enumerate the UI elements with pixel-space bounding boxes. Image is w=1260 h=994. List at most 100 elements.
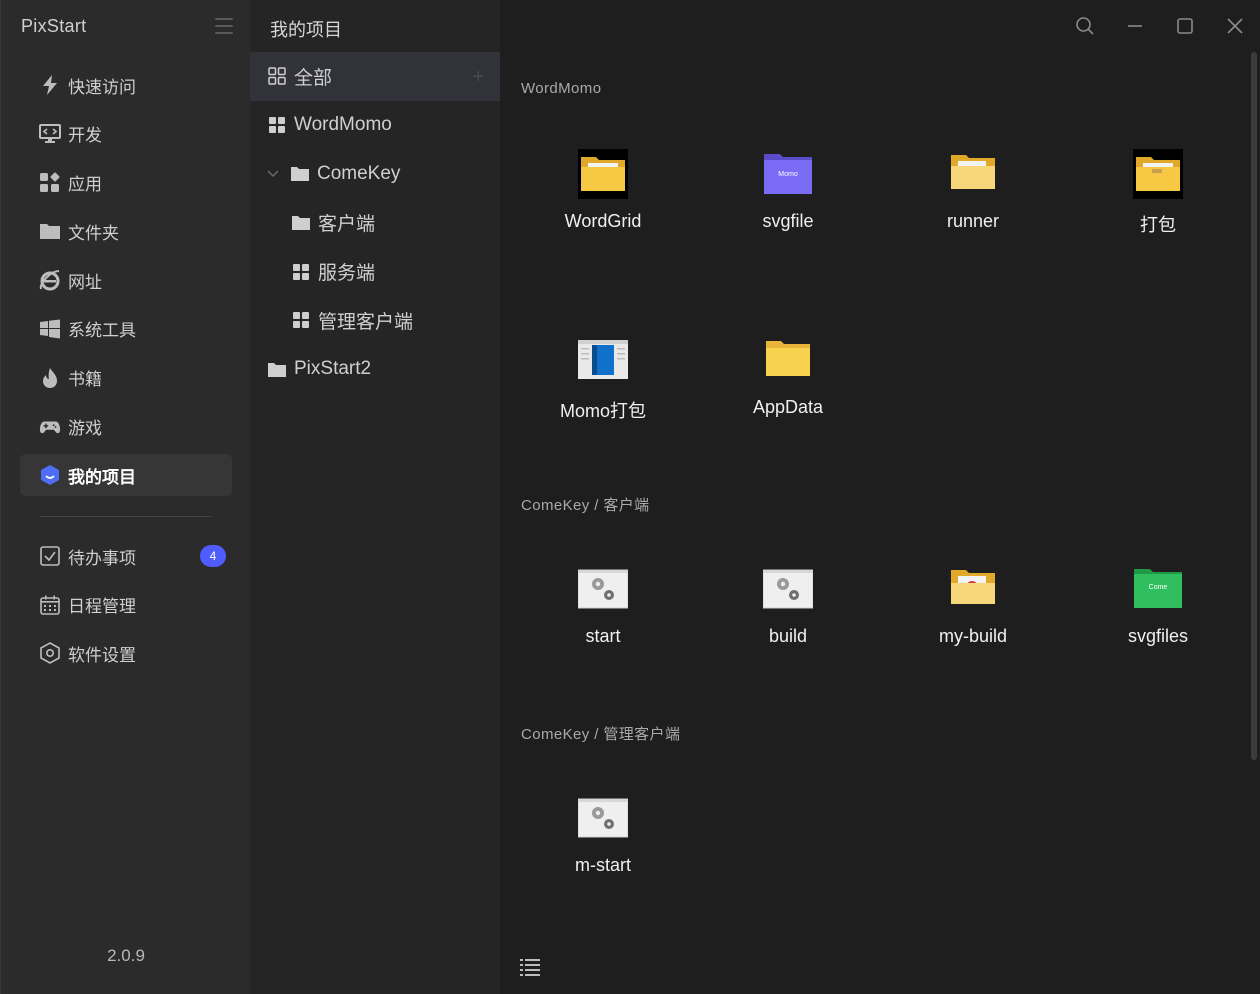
group-title: ComeKey / 管理客户端 (521, 726, 681, 743)
sidebar-item-my-projects[interactable]: 我的项目 (20, 454, 232, 497)
sidebar-item-dev[interactable]: 开发 (20, 113, 232, 155)
sidebar-item-urls[interactable]: 网址 (20, 259, 232, 301)
sidebar-item-quick-access[interactable]: 快速访问 (20, 64, 232, 106)
item-tile[interactable]: build (718, 564, 858, 647)
tree-item-server[interactable]: 服务端 (250, 247, 500, 296)
sidebar-item-system-tools[interactable]: 系统工具 (20, 308, 232, 350)
sidebar-item-games[interactable]: 游戏 (20, 406, 232, 448)
item-label: runner (946, 211, 1000, 231)
tree-item-admin-client[interactable]: 管理客户端 (250, 296, 500, 345)
flame-icon (39, 367, 61, 389)
folder-plain-icon (763, 335, 813, 385)
item-tile[interactable]: m-start (533, 793, 673, 876)
grid-filled-icon (292, 311, 310, 329)
list-view-button[interactable] (520, 958, 540, 976)
chevron-down-icon[interactable] (266, 166, 280, 180)
add-icon[interactable]: + (472, 66, 484, 89)
sidebar-item-label: 应用 (68, 175, 102, 195)
folder-icon (268, 360, 286, 378)
tree-item-label: 服务端 (318, 263, 376, 285)
item-tile[interactable]: my-build (903, 564, 1043, 647)
item-tile[interactable]: 打包 (1088, 149, 1228, 237)
tree-item-client[interactable]: 客户端 (250, 198, 500, 247)
folder-green-icon: Come (1133, 564, 1183, 614)
item-label: WordGrid (564, 211, 642, 231)
main-content: WordMomo WordGrid Momo svgfile runner 打包… (500, 0, 1260, 994)
close-icon (1227, 18, 1243, 34)
tree-item-label: PixStart2 (294, 358, 372, 380)
project-tree: 全部 + WordMomo ComeKey 客户端 服务端 管理客户端 PixS… (250, 52, 500, 394)
folder-tag: Come (1148, 584, 1168, 591)
tree-item-label: 管理客户端 (318, 311, 414, 333)
project-icon (39, 464, 61, 486)
menu-icon[interactable] (215, 18, 233, 34)
sidebar-item-folders[interactable]: 文件夹 (20, 210, 232, 252)
folder-dark-icon (1133, 149, 1183, 199)
sidebar-item-books[interactable]: 书籍 (20, 357, 232, 399)
sidebar-item-apps[interactable]: 应用 (20, 162, 232, 204)
item-tile[interactable]: WordGrid (533, 149, 673, 232)
window-controls (1060, 0, 1260, 52)
project-tree-panel: 我的项目 全部 + WordMomo ComeKey 客户端 服务端 管理客户端… (250, 0, 500, 994)
folder-yellow-icon (948, 564, 998, 614)
folder-dark-icon (578, 149, 628, 199)
sidebar-item-label: 我的项目 (68, 467, 136, 487)
tree-item-wordmomo[interactable]: WordMomo (250, 101, 500, 150)
gears-script-icon (578, 793, 628, 843)
sidebar-item-label: 快速访问 (68, 77, 136, 97)
tree-item-pixstart2[interactable]: PixStart2 (250, 345, 500, 394)
folder-purple-icon: Momo (763, 149, 813, 199)
app-title: PixStart (21, 16, 87, 36)
sidebar-item-label: 系统工具 (68, 321, 136, 341)
item-label: build (768, 626, 808, 646)
sidebar-item-label: 软件设置 (68, 645, 136, 665)
todo-count-badge: 4 (200, 545, 226, 567)
search-button[interactable] (1060, 0, 1110, 52)
item-tile[interactable]: start (533, 564, 673, 647)
sidebar-item-label: 日程管理 (68, 597, 136, 617)
item-label: Momo打包 (559, 401, 646, 421)
item-label: start (585, 626, 621, 646)
close-button[interactable] (1210, 0, 1260, 52)
browser-e-icon (39, 269, 61, 291)
tree-item-all[interactable]: 全部 + (250, 52, 500, 101)
group-title: WordMomo (521, 80, 602, 97)
folder-icon (291, 165, 309, 183)
sidebar-item-label: 开发 (68, 126, 102, 146)
minimize-button[interactable] (1110, 0, 1160, 52)
sidebar-item-settings[interactable]: 软件设置 (20, 632, 232, 674)
sidebar-item-label: 网址 (68, 272, 102, 292)
sidebar-item-label: 待办事项 (68, 548, 136, 568)
item-label: my-build (938, 626, 1008, 646)
panel-title: 我的项目 (270, 20, 342, 40)
tree-item-label: 客户端 (318, 214, 376, 236)
maximize-icon (1177, 18, 1193, 34)
sidebar-item-schedule[interactable]: 日程管理 (20, 584, 232, 626)
sidebar-item-label: 文件夹 (68, 223, 119, 243)
sidebar-item-todo[interactable]: 待办事项 4 (20, 535, 232, 577)
item-tile[interactable]: Come svgfiles (1088, 564, 1228, 647)
search-icon (1076, 17, 1094, 35)
item-label: m-start (575, 855, 631, 875)
maximize-button[interactable] (1160, 0, 1210, 52)
tree-item-comekey[interactable]: ComeKey (250, 150, 500, 199)
sidebar-bottom-nav: 待办事项 4 日程管理 软件设置 (20, 535, 232, 681)
item-label: AppData (752, 397, 824, 417)
grid-filled-icon (268, 116, 286, 134)
folder-tag: Momo (778, 171, 798, 178)
list-icon (520, 959, 540, 976)
item-tile[interactable]: AppData (718, 335, 858, 418)
item-label: svgfiles (1127, 626, 1189, 646)
sidebar-item-label: 书籍 (68, 370, 102, 390)
gamepad-icon (39, 416, 61, 438)
book-app-icon (578, 335, 628, 385)
item-tile[interactable]: runner (903, 149, 1043, 232)
item-tile[interactable]: Momo打包 (533, 335, 673, 423)
scrollbar[interactable] (1251, 52, 1257, 760)
item-tile[interactable]: Momo svgfile (718, 149, 858, 232)
grid-filled-icon (292, 263, 310, 281)
sidebar-item-label: 游戏 (68, 419, 102, 439)
grid-outline-icon (268, 67, 286, 86)
apps-grid-icon (39, 172, 61, 194)
sidebar: PixStart 快速访问 开发 应用 文件夹 网址 系统工具 书籍 游戏 我的… (0, 0, 250, 994)
